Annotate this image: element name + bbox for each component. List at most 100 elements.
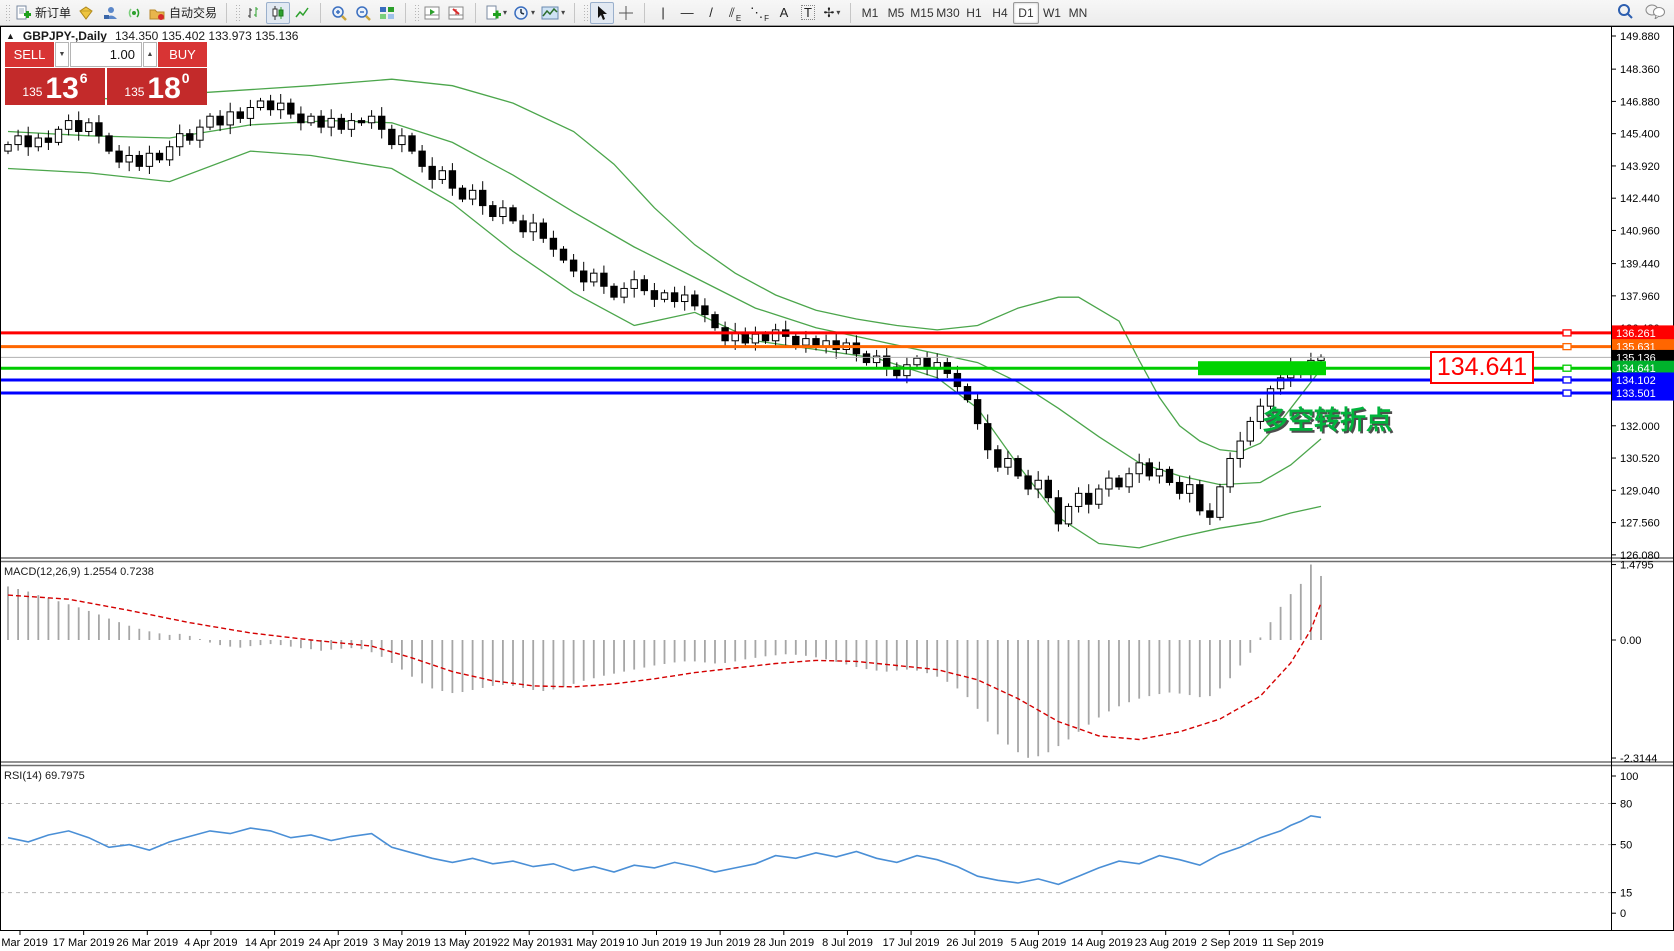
bar-chart-icon	[246, 5, 262, 21]
svg-text:4 Apr 2019: 4 Apr 2019	[184, 937, 237, 949]
svg-text:26 Mar 2019: 26 Mar 2019	[116, 937, 178, 949]
sell-price[interactable]: 135 13 6	[5, 68, 105, 105]
market-gem-icon	[78, 5, 94, 21]
rsi-indicator-label: RSI(14) 69.7975	[4, 770, 85, 782]
periods-button[interactable]: ▾	[510, 2, 538, 24]
svg-text:11 Sep 2019: 11 Sep 2019	[1262, 937, 1324, 949]
signal-button[interactable]	[122, 2, 146, 24]
price-chart-svg[interactable]: 149.880148.360146.880145.400143.920142.4…	[0, 26, 1674, 951]
one-click-trading-panel: SELL ▼ 1.00 ▲ BUY 135 13 6 135 18 0	[5, 42, 207, 105]
candlestick-chart-button[interactable]	[266, 2, 290, 24]
turning-point-annotation[interactable]: 多空转折点	[1262, 400, 1392, 437]
timeframe-m1[interactable]: M1	[857, 2, 883, 24]
svg-text:2 Sep 2019: 2 Sep 2019	[1201, 937, 1257, 949]
svg-text:146.880: 146.880	[1620, 96, 1660, 108]
volume-increase-button[interactable]: ▲	[143, 42, 157, 67]
trendline-tool[interactable]: /	[699, 2, 723, 24]
indicator-window-add-icon	[424, 5, 442, 21]
buy-button[interactable]: BUY	[158, 42, 207, 67]
svg-text:22 May 2019: 22 May 2019	[497, 937, 561, 949]
svg-text:137.960: 137.960	[1620, 291, 1660, 303]
fibonacci-tool[interactable]: ⋱F	[747, 2, 772, 24]
crosshair-button[interactable]	[614, 2, 638, 24]
line-chart-button[interactable]	[290, 2, 314, 24]
text-tool[interactable]: A	[772, 2, 796, 24]
svg-text:129.040: 129.040	[1620, 485, 1660, 497]
cursor-button[interactable]	[590, 2, 614, 24]
toolbar-separator	[475, 3, 476, 23]
add-indicator-button[interactable]: ▾	[482, 2, 510, 24]
autotrade-button[interactable]: 自动交易	[146, 2, 220, 24]
chart-title: ▲ GBPJPY-,Daily 134.350 135.402 133.973 …	[6, 29, 298, 43]
timeframe-d1[interactable]: D1	[1013, 2, 1039, 24]
svg-text:19 Jun 2019: 19 Jun 2019	[690, 937, 751, 949]
zoom-out-button[interactable]	[351, 2, 375, 24]
timeframe-m15[interactable]: M15	[909, 2, 935, 24]
search-icon[interactable]	[1617, 3, 1634, 23]
profile-button[interactable]	[98, 2, 122, 24]
svg-text:145.400: 145.400	[1620, 129, 1660, 141]
level-callout-134641[interactable]: 134.641	[1430, 351, 1534, 384]
new-order-label: 新订单	[35, 4, 71, 21]
timeframe-h4[interactable]: H4	[987, 2, 1013, 24]
channel-sub-label: E	[736, 14, 741, 23]
svg-text:7 Mar 2019: 7 Mar 2019	[0, 937, 48, 949]
equidistant-channel-tool[interactable]: ⫽E	[723, 2, 747, 24]
dropdown-arrow-icon: ▾	[836, 8, 840, 17]
text-label-tool[interactable]: T	[796, 2, 820, 24]
timeframe-m30[interactable]: M30	[935, 2, 961, 24]
new-order-button[interactable]: 新订单	[12, 2, 74, 24]
vertical-line-tool[interactable]: |	[651, 2, 675, 24]
zoom-in-button[interactable]	[327, 2, 351, 24]
svg-text:136.261: 136.261	[1616, 328, 1656, 340]
svg-text:23 Aug 2019: 23 Aug 2019	[1135, 937, 1197, 949]
toolbar: 新订单 自动交易	[0, 0, 1674, 26]
svg-text:13 May 2019: 13 May 2019	[434, 937, 498, 949]
horizontal-line-tool[interactable]: —	[675, 2, 699, 24]
macd-values: 1.2554 0.7238	[83, 566, 153, 578]
timeframe-w1[interactable]: W1	[1039, 2, 1065, 24]
volume-decrease-button[interactable]: ▼	[55, 42, 69, 67]
bar-chart-button[interactable]	[242, 2, 266, 24]
arrows-icon: ✢	[824, 6, 835, 19]
svg-text:24 Apr 2019: 24 Apr 2019	[309, 937, 368, 949]
indicator-window-add-button[interactable]	[421, 2, 445, 24]
svg-text:0: 0	[1620, 908, 1626, 920]
toolbar-separator	[320, 3, 321, 23]
toolbar-separator	[405, 3, 406, 23]
volume-input[interactable]: 1.00	[70, 42, 142, 67]
svg-text:133.501: 133.501	[1616, 388, 1656, 400]
expander-icon[interactable]: ▲	[6, 31, 15, 41]
sell-button[interactable]: SELL	[5, 42, 54, 67]
toolbar-separator	[644, 3, 645, 23]
autotrade-icon	[149, 5, 165, 21]
svg-text:31 May 2019: 31 May 2019	[561, 937, 625, 949]
svg-text:140.960: 140.960	[1620, 225, 1660, 237]
buy-price[interactable]: 135 18 0	[107, 68, 207, 105]
svg-text:127.560: 127.560	[1620, 518, 1660, 530]
svg-text:17 Mar 2019: 17 Mar 2019	[53, 937, 115, 949]
chart-canvas[interactable]: 149.880148.360146.880145.400143.920142.4…	[0, 26, 1674, 951]
tile-windows-button[interactable]	[375, 2, 399, 24]
svg-text:14 Apr 2019: 14 Apr 2019	[245, 937, 304, 949]
svg-text:134.102: 134.102	[1616, 375, 1656, 387]
svg-text:15: 15	[1620, 888, 1632, 900]
svg-text:149.880: 149.880	[1620, 31, 1660, 43]
text-label-icon: T	[801, 5, 815, 20]
candlestick-chart-icon	[270, 5, 286, 21]
timeframe-mn[interactable]: MN	[1065, 2, 1091, 24]
timeframe-h1[interactable]: H1	[961, 2, 987, 24]
svg-text:8 Jul 2019: 8 Jul 2019	[822, 937, 873, 949]
arrows-tool[interactable]: ✢▾	[820, 2, 844, 24]
periods-clock-icon	[513, 5, 529, 21]
add-indicator-icon	[485, 5, 501, 21]
ohlc-values: 134.350 135.402 133.973 135.136	[115, 29, 299, 43]
templates-button[interactable]: ▾	[538, 2, 568, 24]
market-button[interactable]	[74, 2, 98, 24]
chat-icon[interactable]	[1644, 3, 1666, 22]
symbol-period-label: GBPJPY-,Daily	[23, 29, 107, 43]
timeframe-m5[interactable]: M5	[883, 2, 909, 24]
svg-text:10 Jun 2019: 10 Jun 2019	[626, 937, 687, 949]
svg-text:139.440: 139.440	[1620, 259, 1660, 271]
indicator-window-del-button[interactable]	[445, 2, 469, 24]
